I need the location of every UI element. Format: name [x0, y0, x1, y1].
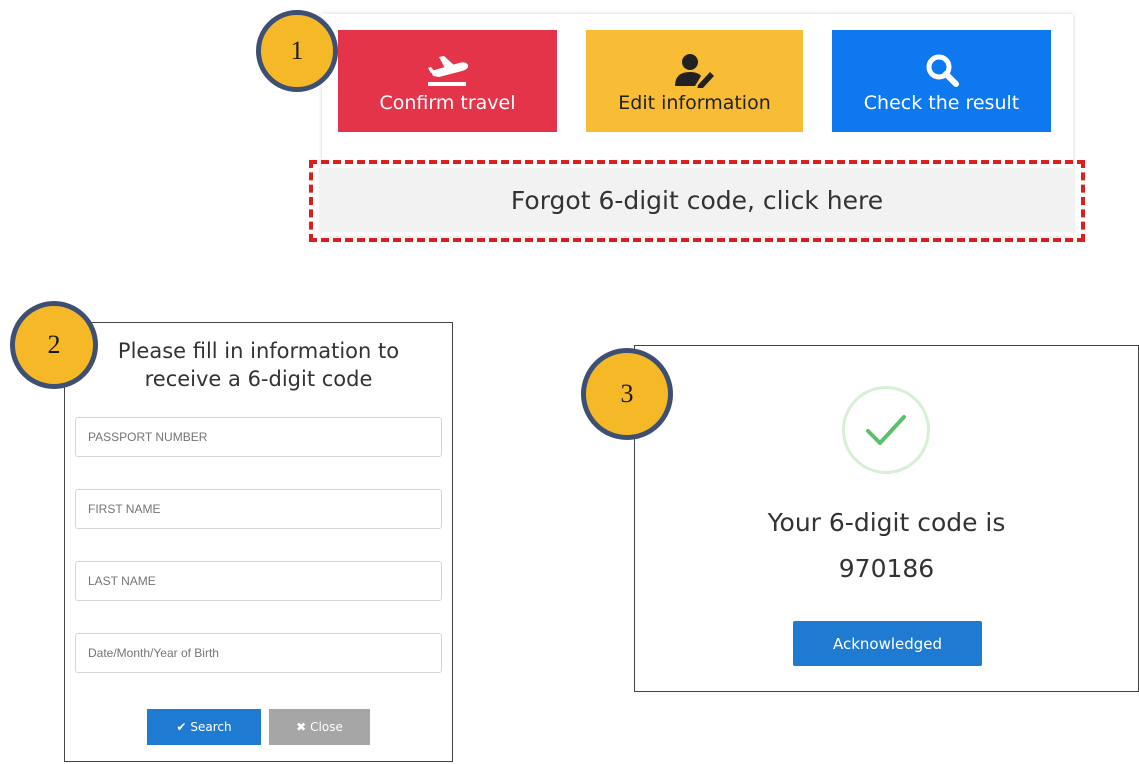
- confirm-travel-button[interactable]: Confirm travel: [338, 30, 557, 132]
- acknowledged-button[interactable]: Acknowledged: [793, 621, 982, 666]
- search-button-label: Search: [190, 720, 232, 734]
- code-label: Your 6-digit code is: [767, 508, 1006, 537]
- user-edit-icon: [672, 48, 718, 88]
- confirm-travel-label: Confirm travel: [379, 92, 516, 114]
- close-button[interactable]: ✖ Close: [269, 709, 370, 745]
- times-icon: ✖: [296, 720, 307, 734]
- last-name-input[interactable]: [75, 561, 442, 601]
- code-result-dialog: Your 6-digit code is 970186 Acknowledged: [634, 345, 1139, 692]
- forgot-code-button[interactable]: Forgot 6-digit code, click here: [319, 168, 1075, 232]
- acknowledged-label: Acknowledged: [832, 634, 943, 653]
- code-value: 970186: [838, 554, 935, 583]
- first-name-input[interactable]: [75, 489, 442, 529]
- check-result-button[interactable]: Check the result: [832, 30, 1051, 132]
- passport-number-input[interactable]: [75, 417, 442, 457]
- step-1-badge: 1: [256, 10, 338, 92]
- forgot-code-label: Forgot 6-digit code, click here: [510, 185, 884, 215]
- step-1-number: 1: [290, 36, 304, 65]
- check-result-label: Check the result: [863, 92, 1020, 114]
- close-button-label: Close: [310, 720, 343, 734]
- form-title: Please fill in information to receive a …: [117, 339, 400, 391]
- step-3-badge: 3: [581, 348, 673, 440]
- forgot-code-highlight: Forgot 6-digit code, click here: [309, 160, 1085, 242]
- step-2-number: 2: [47, 330, 61, 359]
- search-icon: [924, 48, 960, 88]
- step-3-number: 3: [620, 379, 634, 408]
- edit-information-button[interactable]: Edit information: [586, 30, 803, 132]
- search-button[interactable]: ✔ Search: [147, 709, 261, 745]
- step-2-badge: 2: [10, 301, 98, 389]
- plane-departure-icon: [425, 48, 471, 88]
- check-icon: ✔: [176, 720, 187, 734]
- code-request-form: Please fill in information to receive a …: [64, 322, 453, 762]
- date-of-birth-input[interactable]: [75, 633, 442, 673]
- success-check-icon: [842, 386, 930, 474]
- edit-information-label: Edit information: [618, 92, 771, 114]
